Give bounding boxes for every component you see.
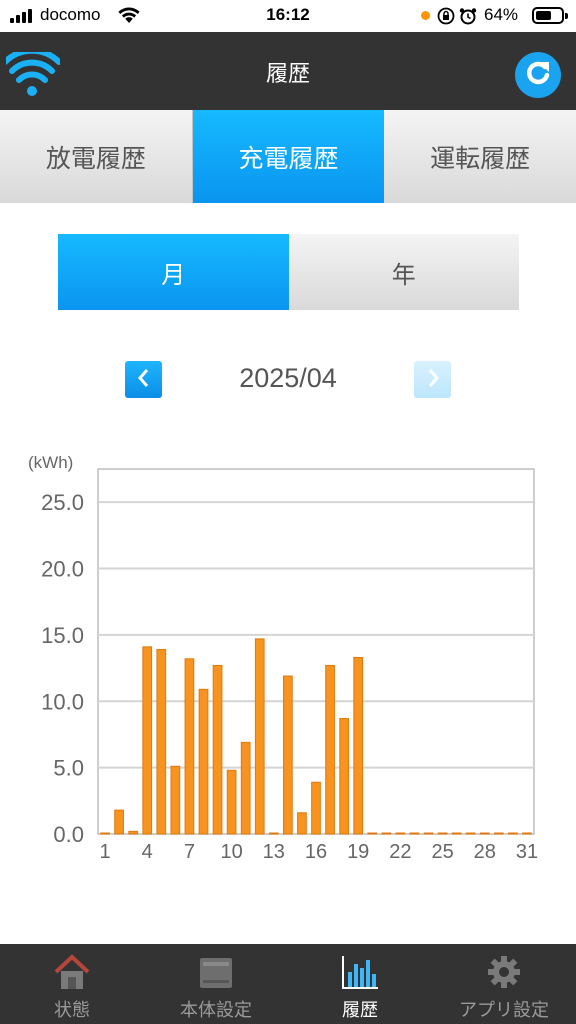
x-tick-label: 13 bbox=[263, 841, 285, 863]
bar-chart-icon bbox=[340, 952, 380, 996]
tab-charge-history[interactable]: 充電履歴 bbox=[192, 110, 385, 203]
battery-unit-icon bbox=[196, 952, 236, 996]
bar bbox=[339, 718, 349, 835]
refresh-button[interactable] bbox=[515, 52, 561, 98]
house-icon bbox=[52, 952, 92, 996]
bar bbox=[198, 688, 209, 835]
history-tabs: 放電履歴 充電履歴 運転履歴 bbox=[0, 110, 576, 203]
x-tick-label: 16 bbox=[305, 841, 327, 863]
bar bbox=[268, 832, 279, 835]
orange-dot-indicator bbox=[421, 11, 430, 20]
page-title: 履歴 bbox=[265, 62, 310, 87]
bar bbox=[465, 832, 476, 835]
y-tick-label: 20.0 bbox=[41, 557, 84, 582]
alarm-icon bbox=[459, 7, 477, 30]
y-tick-label: 0.0 bbox=[53, 822, 84, 847]
app-header: 履歴 bbox=[0, 32, 576, 110]
bar bbox=[311, 781, 321, 835]
nav-unit-settings-label: 本体設定 bbox=[180, 1000, 252, 1021]
bar bbox=[100, 832, 110, 835]
tab-discharge-history[interactable]: 放電履歴 bbox=[0, 110, 193, 203]
bar bbox=[451, 832, 462, 835]
current-month-label: 2025/04 bbox=[239, 363, 337, 393]
nav-status[interactable]: 状態 bbox=[0, 944, 144, 1024]
period-month-button[interactable]: 月 bbox=[58, 234, 289, 310]
bar bbox=[395, 832, 406, 835]
bar bbox=[381, 832, 392, 835]
y-tick-label: 25.0 bbox=[41, 490, 84, 515]
nav-history[interactable]: 履歴 bbox=[288, 944, 432, 1024]
x-tick-label: 22 bbox=[389, 841, 411, 863]
x-tick-label: 28 bbox=[474, 841, 496, 863]
x-tick-label: 19 bbox=[347, 841, 369, 863]
bar bbox=[522, 832, 532, 835]
bar bbox=[297, 812, 307, 835]
status-bar: docomo 16:12 64% bbox=[0, 0, 576, 32]
bar bbox=[423, 832, 434, 835]
period-year-button[interactable]: 年 bbox=[288, 234, 519, 310]
x-tick-label: 31 bbox=[516, 841, 538, 863]
x-tick-label: 25 bbox=[431, 841, 453, 863]
charge-history-chart: 0.0 5.0 10.0 15.0 20.0 25.0 (kWh) 1 4 7 10 13 16 19 22… bbox=[0, 440, 576, 880]
chart-svg: 0.0 5.0 10.0 15.0 20.0 25.0 (kWh) 1 4 7 10 13 16 19 22… bbox=[28, 453, 538, 863]
nav-app-settings[interactable]: アプリ設定 bbox=[432, 944, 576, 1024]
bar bbox=[114, 809, 124, 835]
nav-unit-settings[interactable]: 本体設定 bbox=[144, 944, 288, 1024]
y-tick-label: 10.0 bbox=[41, 689, 84, 714]
orientation-lock-icon bbox=[437, 7, 455, 30]
bar bbox=[212, 664, 223, 835]
bar bbox=[479, 832, 490, 835]
bar bbox=[325, 664, 335, 835]
battery-icon bbox=[532, 7, 568, 24]
nav-app-settings-label: アプリ設定 bbox=[459, 1000, 549, 1021]
bar bbox=[170, 765, 181, 835]
bar bbox=[437, 832, 448, 835]
gear-icon bbox=[484, 952, 524, 996]
bar bbox=[128, 830, 139, 835]
bar bbox=[409, 832, 420, 835]
x-tick-label: 4 bbox=[142, 841, 153, 863]
month-pager: 2025/04 bbox=[0, 360, 576, 400]
bar bbox=[367, 832, 378, 835]
battery-percent: 64% bbox=[484, 5, 519, 24]
x-tick-label: 1 bbox=[99, 841, 110, 863]
next-month-button[interactable] bbox=[414, 361, 451, 398]
bar bbox=[353, 656, 364, 835]
bottom-nav: 状態 本体設定 履歴 アプリ設定 bbox=[0, 944, 576, 1024]
bar bbox=[142, 646, 153, 835]
y-axis-label: (kWh) bbox=[28, 453, 73, 472]
bar bbox=[493, 832, 504, 835]
tab-operation-history[interactable]: 運転履歴 bbox=[384, 110, 576, 203]
bar bbox=[240, 741, 251, 835]
bar bbox=[508, 832, 518, 835]
period-toggle: 月 年 bbox=[58, 234, 519, 310]
bar bbox=[156, 649, 167, 835]
nav-status-label: 状態 bbox=[54, 1000, 90, 1021]
chevron-right-icon bbox=[425, 367, 441, 393]
x-tick-label: 10 bbox=[220, 841, 242, 863]
nav-history-label: 履歴 bbox=[342, 1000, 378, 1021]
bar bbox=[226, 769, 237, 835]
y-tick-label: 15.0 bbox=[41, 623, 84, 648]
bar bbox=[283, 675, 293, 835]
bar bbox=[254, 638, 265, 835]
x-tick-label: 7 bbox=[184, 841, 195, 863]
y-tick-label: 5.0 bbox=[53, 756, 84, 781]
bar bbox=[184, 658, 195, 835]
refresh-icon bbox=[523, 58, 553, 92]
